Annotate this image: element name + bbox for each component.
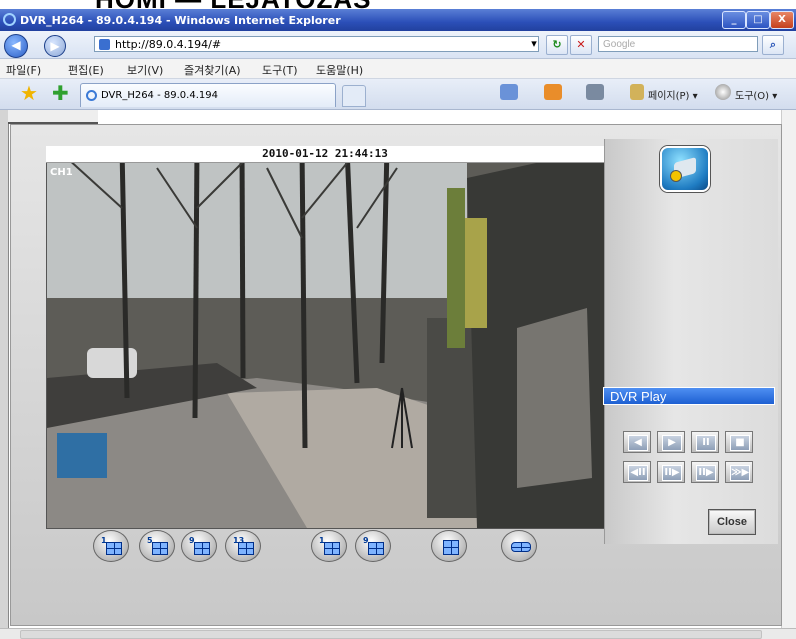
window-titlebar: DVR_H264 - 89.0.4.194 - Windows Internet… [0, 9, 796, 31]
step-forward-button[interactable]: II▶ [657, 461, 685, 483]
camera-icon[interactable] [660, 146, 710, 192]
dvr-play-tab[interactable]: DVR Play [603, 387, 775, 405]
split-1b-button[interactable]: 1 [311, 530, 347, 562]
slow-forward-button[interactable]: II▶ [691, 461, 719, 483]
pause-button[interactable]: II [691, 431, 719, 453]
minimize-button[interactable]: _ [722, 11, 746, 29]
maximize-button[interactable]: □ [746, 11, 770, 29]
timestamp: 2010-01-12 21:44:13 [46, 146, 604, 163]
menu-favorites[interactable]: 즐겨찾기(A) [184, 62, 241, 78]
split-5-button[interactable]: 5 [139, 530, 175, 562]
inner-tab [8, 110, 98, 124]
split-13-button[interactable]: 13 [225, 530, 261, 562]
control-panel: DVR Play ◀ ▶ II ■ ◀II II▶ II▶ ≫▶ Close [603, 139, 778, 544]
stop-button[interactable]: ✕ [570, 35, 592, 55]
url-text: http://89.0.4.194/# [115, 38, 222, 51]
url-input[interactable]: http://89.0.4.194/# [94, 36, 539, 52]
menu-view[interactable]: 보기(V) [127, 62, 163, 78]
split-view-toolbar: 1 5 9 13 1 9 [31, 528, 761, 568]
address-bar: ◀ ▶ http://89.0.4.194/# ▾ ↻ ✕ Google ⌕ [0, 31, 796, 59]
page-menu-icon [630, 84, 644, 100]
url-dropdown[interactable]: ▾ [524, 35, 544, 53]
play-button[interactable]: ▶ [657, 431, 685, 453]
split-1-button[interactable]: 1 [93, 530, 129, 562]
camera-video-feed[interactable]: CH1 [46, 147, 606, 529]
search-icon[interactable]: ⌕ [762, 35, 784, 55]
step-back-button[interactable]: ◀II [623, 461, 651, 483]
tab-bar: ★ ✚ DVR_H264 - 89.0.4.194 페이지(P) ▾ 도구(O)… [0, 79, 796, 110]
tab-dvr[interactable]: DVR_H264 - 89.0.4.194 [80, 83, 336, 107]
split-16-button[interactable] [431, 530, 467, 562]
page-banner-text: HOMI — LEJATOZAS [95, 0, 372, 9]
search-input[interactable]: Google [598, 36, 758, 52]
page-menu[interactable]: 페이지(P) ▾ [648, 87, 698, 102]
fast-forward-button[interactable]: ≫▶ [725, 461, 753, 483]
add-favorite-icon[interactable]: ✚ [52, 83, 69, 103]
ie-logo-icon [3, 13, 16, 26]
rewind-button[interactable]: ◀ [623, 431, 651, 453]
menu-bar: 파일(F) 편집(E) 보기(V) 즐겨찾기(A) 도구(T) 도움말(H) [0, 59, 796, 79]
dvr-viewer: CH1 2010-01-12 21:44:13 DVR Play ◀ ▶ II … [10, 124, 782, 626]
back-button[interactable]: ◀ [4, 34, 28, 58]
page-banner: HOMI — LEJATOZAS [0, 0, 796, 9]
menu-tools[interactable]: 도구(T) [262, 62, 298, 78]
menu-help[interactable]: 도움말(H) [316, 62, 363, 78]
tools-menu[interactable]: 도구(O) ▾ [735, 87, 777, 102]
split-9-button[interactable]: 9 [181, 530, 217, 562]
horizontal-scrollbar[interactable] [0, 628, 796, 639]
favorites-star-icon[interactable]: ★ [20, 83, 38, 103]
window-title: DVR_H264 - 89.0.4.194 - Windows Internet… [20, 14, 341, 27]
channel-label: CH1 [50, 167, 73, 178]
menu-edit[interactable]: 편집(E) [68, 62, 104, 78]
record-button[interactable] [501, 530, 537, 562]
forward-button[interactable]: ▶ [44, 35, 66, 57]
ie-tab-icon [86, 90, 97, 101]
vertical-scrollbar[interactable] [781, 110, 796, 628]
new-tab-button[interactable] [342, 85, 366, 107]
print-icon[interactable] [586, 84, 604, 100]
page-icon [99, 39, 110, 50]
close-window-button[interactable]: X [770, 11, 794, 29]
left-frame [0, 110, 9, 628]
split-9b-button[interactable]: 9 [355, 530, 391, 562]
gear-icon [715, 84, 731, 100]
tab-dvr-label: DVR_H264 - 89.0.4.194 [101, 90, 218, 101]
feeds-icon[interactable] [544, 84, 562, 100]
street-scene-image [47, 148, 605, 528]
refresh-button[interactable]: ↻ [546, 35, 568, 55]
page-content: CH1 2010-01-12 21:44:13 DVR Play ◀ ▶ II … [0, 110, 796, 628]
menu-file[interactable]: 파일(F) [6, 62, 41, 78]
home-icon[interactable] [500, 84, 518, 100]
stop-playback-button[interactable]: ■ [725, 431, 753, 453]
